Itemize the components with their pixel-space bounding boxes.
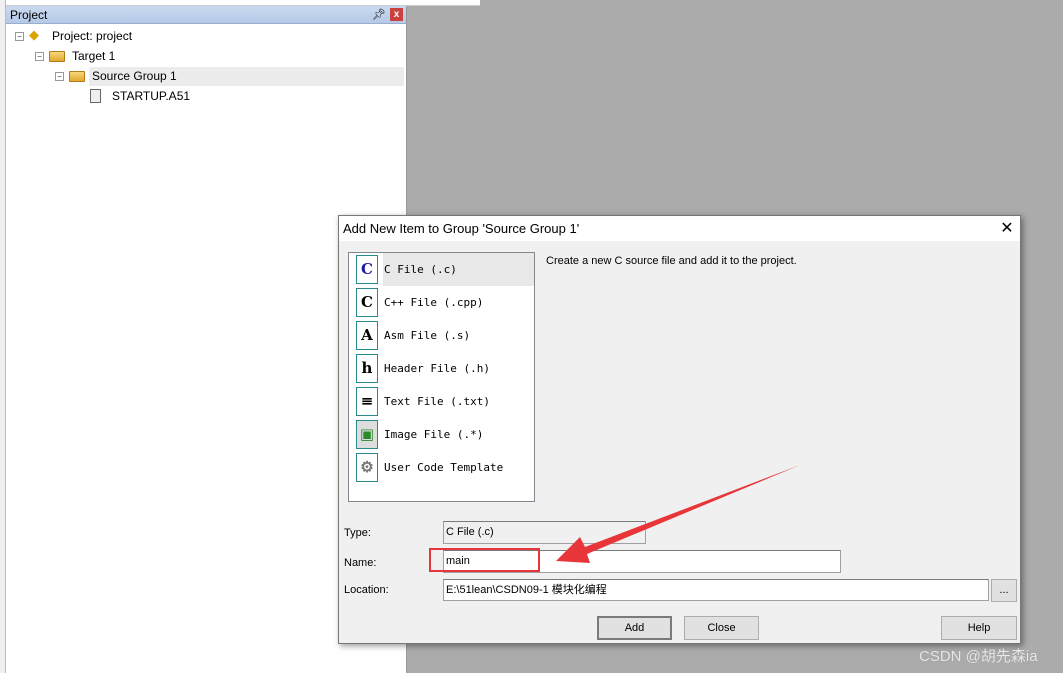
watermark: CSDN @胡先森ia — [919, 648, 1038, 665]
arrow-shape — [556, 465, 800, 563]
annotation-arrow — [556, 465, 800, 563]
